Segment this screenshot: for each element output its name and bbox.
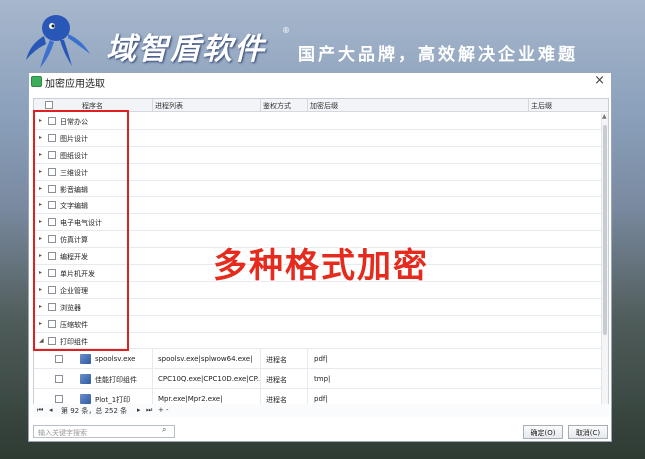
col-encrypt-suffix[interactable]: 加密后缀 (310, 101, 338, 111)
banner: 域智盾软件 ® 国产大品牌，高效解决企业难题 (0, 0, 645, 72)
vertical-scrollbar[interactable]: ▲ ▼ (601, 113, 608, 412)
close-icon[interactable]: × (594, 73, 605, 88)
next-page-icon[interactable]: ▸ (137, 406, 141, 414)
process-list: spoolsv.exe|splwow64.exe| (158, 355, 253, 364)
process-list: CPC10Q.exe|CPC10D.exe|CP... (158, 375, 260, 384)
encrypt-suffix: pdf| (314, 395, 328, 404)
search-icon[interactable]: ⌕ (162, 425, 166, 435)
auth-method: 进程名 (266, 376, 287, 385)
program-name: spoolsv.exe (95, 355, 136, 364)
dialog-titlebar: 加密应用选取 × (29, 73, 611, 93)
select-all-checkbox[interactable] (45, 101, 53, 109)
app-icon (31, 76, 42, 87)
scroll-thumb[interactable] (603, 125, 607, 335)
app-row[interactable]: spoolsv.exe spoolsv.exe|splwow64.exe| 进程名 p… (34, 349, 604, 370)
overlay-caption: 多种格式加密 (213, 246, 429, 286)
first-page-icon[interactable]: ⏮ (37, 406, 43, 415)
program-icon (80, 374, 91, 385)
ok-button[interactable]: 确定(O) (523, 425, 563, 439)
program-icon (80, 394, 91, 405)
pager: ⏮ ◂ 第 92 条，总 252 条 ▸ ⏭ + - (33, 404, 609, 417)
cancel-button[interactable]: 取消(C) (568, 425, 608, 439)
col-auth-method[interactable]: 鉴权方式 (263, 101, 291, 111)
process-list: Mpr.exe|Mpr2.exe| (158, 395, 223, 404)
program-icon (80, 354, 91, 365)
scroll-up-icon[interactable]: ▲ (602, 113, 607, 120)
app-row[interactable]: 佳能打印组件 CPC10Q.exe|CPC10D.exe|CP... 进程名 tmp| (34, 369, 604, 390)
app-checkbox[interactable] (55, 355, 63, 364)
search-input[interactable]: 输入关键字搜索 (33, 425, 175, 438)
dialog-title: 加密应用选取 (45, 79, 105, 90)
app-checkbox[interactable] (55, 395, 63, 404)
encrypt-suffix: tmp| (314, 375, 331, 384)
registered-mark: ® (282, 26, 290, 35)
octopus-logo-icon (26, 15, 90, 68)
auth-method: 进程名 (266, 356, 287, 365)
slogan: 国产大品牌，高效解决企业难题 (298, 45, 578, 65)
remove-row-icon[interactable]: - (166, 406, 169, 414)
pager-status: 第 92 条，总 252 条 (61, 407, 128, 415)
program-name: 佳能打印组件 (95, 376, 137, 385)
prev-page-icon[interactable]: ◂ (49, 406, 53, 414)
col-process-list[interactable]: 进程列表 (155, 101, 183, 111)
brand-name: 域智盾软件 (106, 32, 266, 67)
last-page-icon[interactable]: ⏭ (146, 406, 152, 415)
col-main-suffix[interactable]: 主后缀 (531, 101, 552, 111)
app-checkbox[interactable] (55, 375, 63, 384)
highlight-box (33, 110, 129, 351)
add-row-icon[interactable]: + (158, 406, 164, 414)
encrypt-suffix: pdf| (314, 355, 328, 364)
